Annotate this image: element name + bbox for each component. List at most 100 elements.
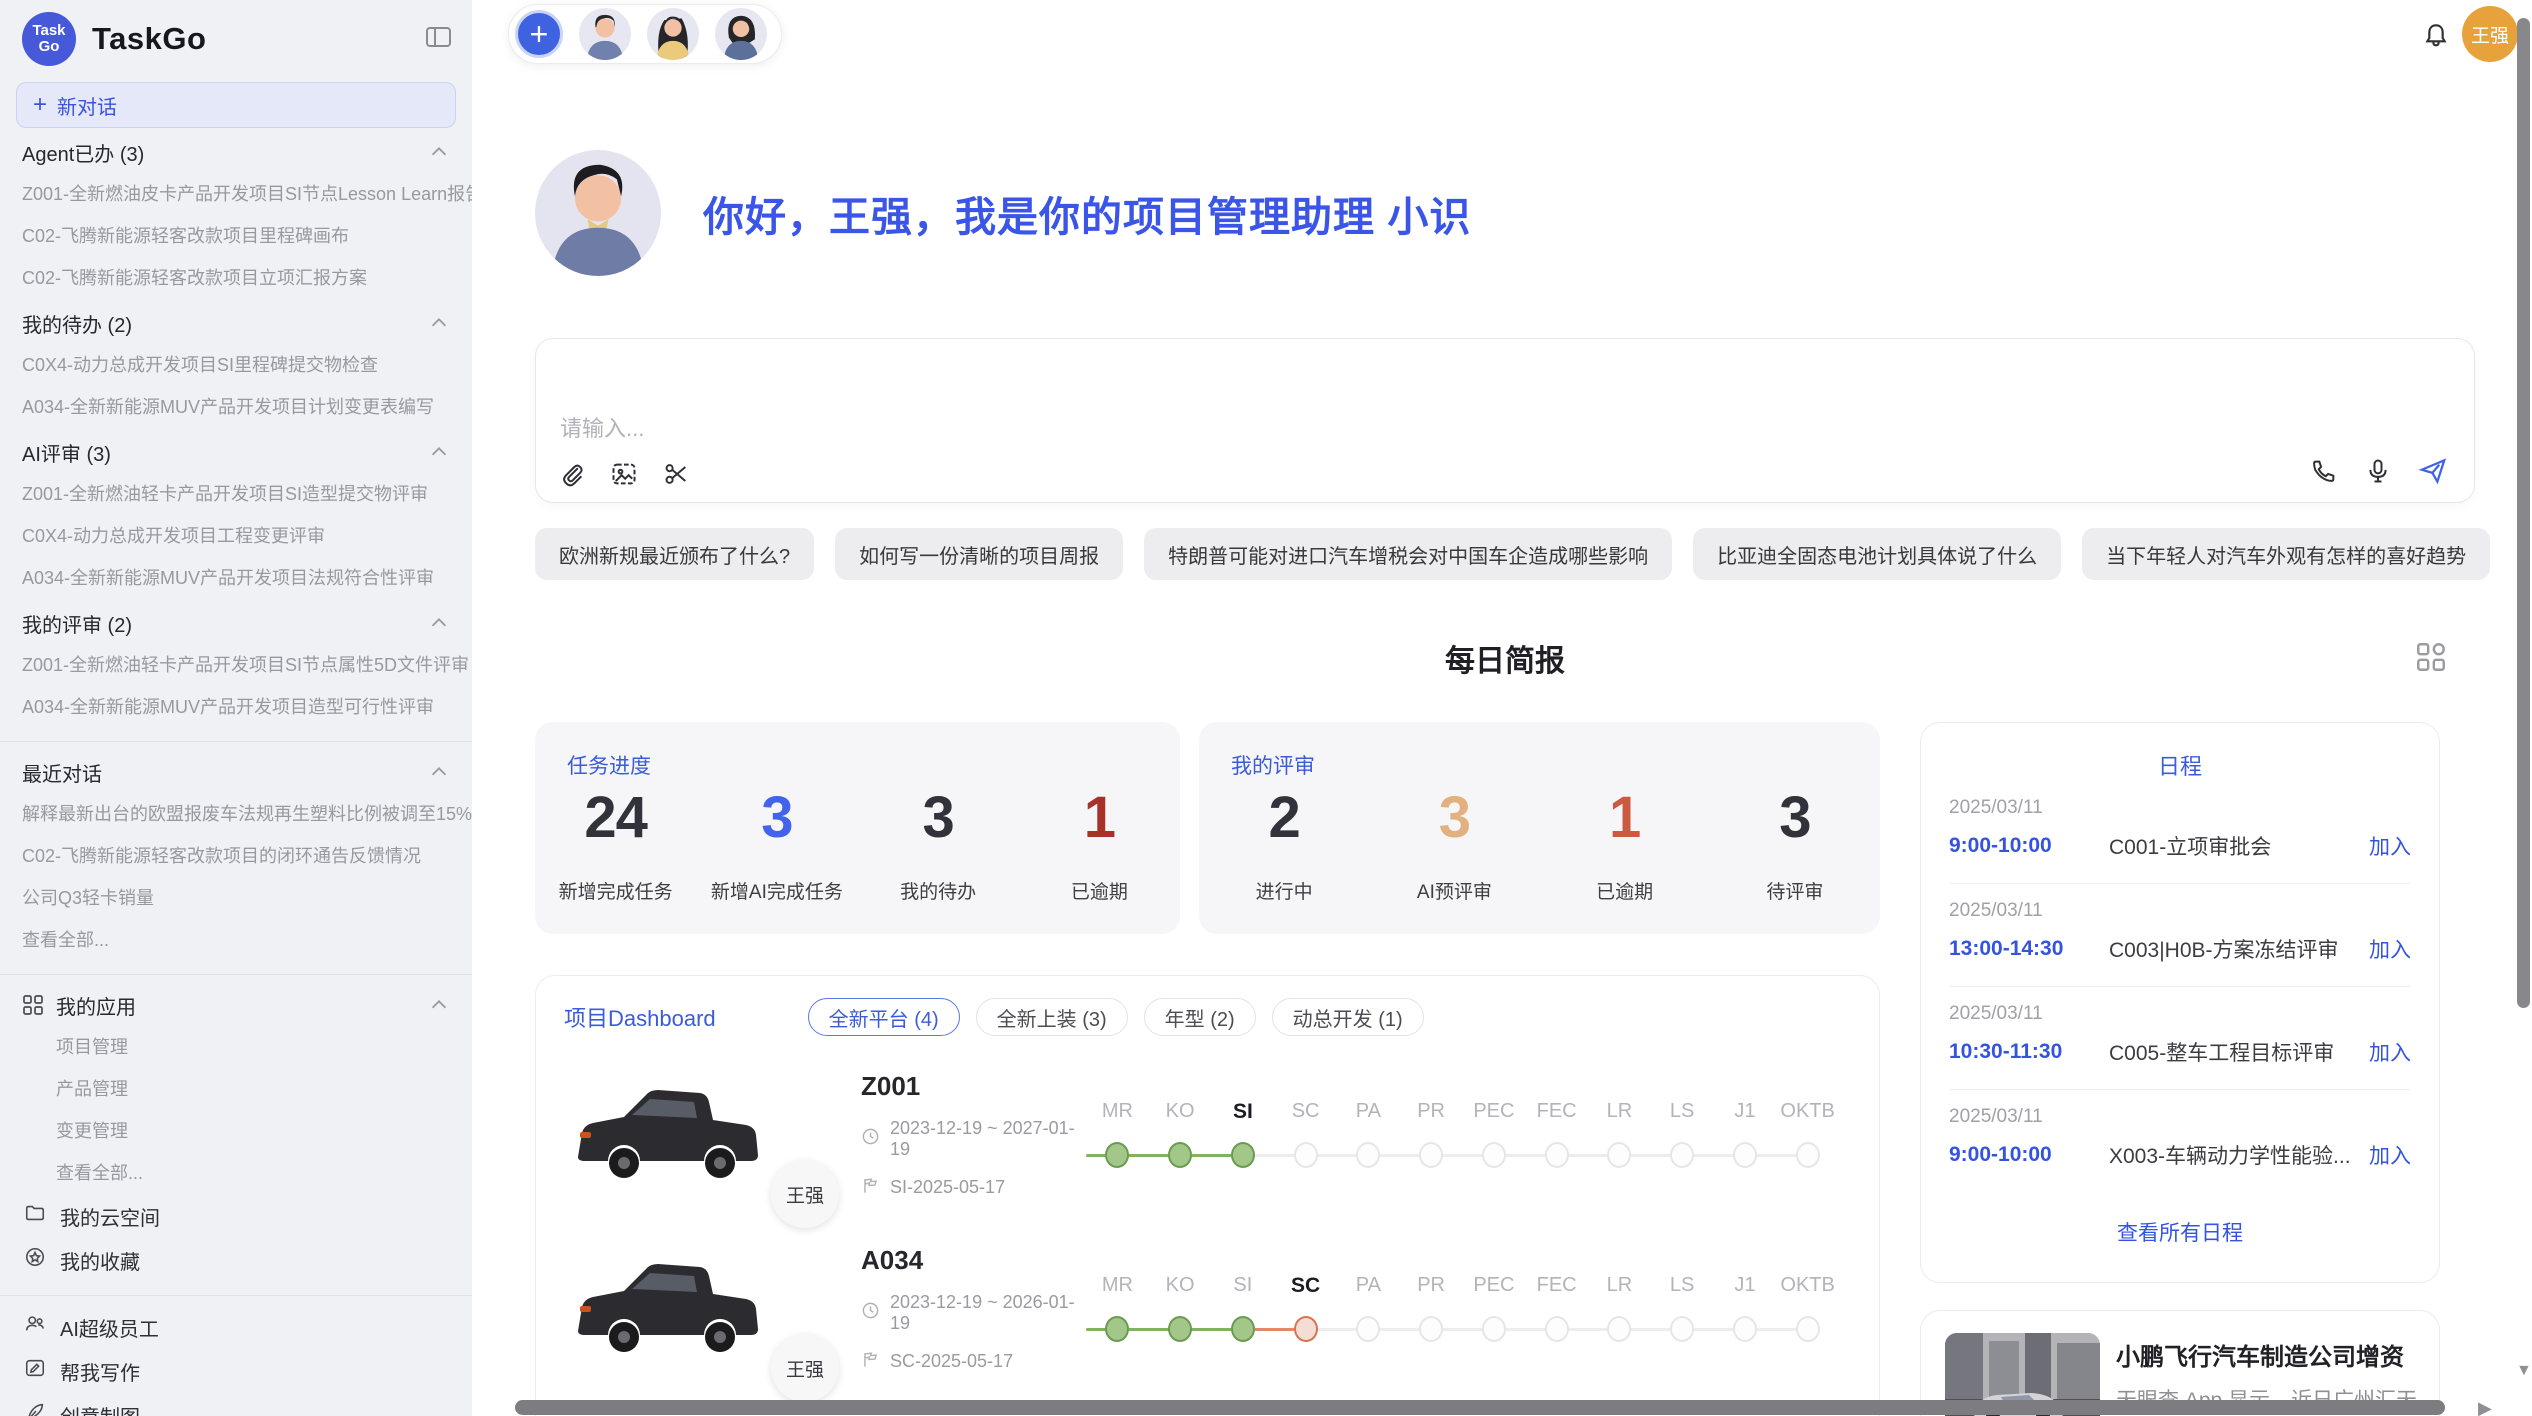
sidebar-item-help-write[interactable]: 帮我写作 [24,1349,472,1393]
suggestion-chip[interactable]: 比亚迪全固态电池计划具体说了什么 [1693,528,2061,580]
sidebar-item[interactable]: Z001-全新燃油轻卡产品开发项目SI造型提交物评审 [22,473,472,515]
sidebar-item[interactable]: Z001-全新燃油轻卡产品开发项目SI节点属性5D文件评审 [22,644,472,686]
chevron-up-icon[interactable] [428,994,450,1016]
dashboard-tab[interactable]: 全新平台 (4) [808,998,960,1036]
project-row-a034[interactable]: 王强 A034 2023-12-19 ~ 2026-01-19 SC-2025-… [536,1228,1879,1390]
milestone-node[interactable] [1733,1316,1757,1342]
user-avatar[interactable]: 王强 [2462,6,2518,62]
scroll-right-arrow[interactable]: ▶ [2478,1398,2492,1416]
sidebar-group-header[interactable]: Agent已办 (3) [22,131,450,173]
view-all-schedule-link[interactable]: 查看所有日程 [1949,1217,2411,1247]
sidebar-item[interactable]: C02-飞腾新能源轻客改款项目的闭环通告反馈情况 [22,835,472,877]
agent-avatar-1[interactable] [579,8,631,60]
milestone-node[interactable] [1294,1316,1318,1342]
sidebar-item[interactable]: A034-全新新能源MUV产品开发项目计划变更表编写 [22,386,472,428]
chat-input-placeholder[interactable]: 请输入... [560,411,644,443]
sidebar-item[interactable]: A034-全新新能源MUV产品开发项目法规符合性评审 [22,557,472,599]
chevron-up-icon[interactable] [428,441,450,463]
dashboard-tab[interactable]: 动总开发 (1) [1272,998,1424,1036]
sidebar-app-item[interactable]: 产品管理 [56,1068,472,1110]
sidebar-item-favorites[interactable]: 我的收藏 [24,1238,472,1282]
schedule-event[interactable]: 2025/03/1110:30-11:30C005-整车工程目标评审加入 [1949,987,2411,1090]
join-link[interactable]: 加入 [2369,1140,2411,1170]
milestone-node[interactable] [1670,1316,1694,1342]
milestone-node[interactable] [1231,1142,1255,1168]
sidebar-group-header[interactable]: 我的评审 (2) [22,602,450,644]
milestone-node[interactable] [1168,1316,1192,1342]
vertical-scrollbar[interactable] [2517,18,2530,1008]
sidebar-group-header[interactable]: AI评审 (3) [22,431,450,473]
join-link[interactable]: 加入 [2369,831,2411,861]
sidebar-collapse-icon[interactable] [425,25,452,54]
sidebar-item-creative-draw[interactable]: 创意制图 [24,1393,472,1416]
chevron-up-icon[interactable] [428,312,450,334]
notification-bell-icon[interactable] [2420,20,2452,57]
milestone-node[interactable] [1419,1316,1443,1342]
sidebar-item[interactable]: 公司Q3轻卡销量 [22,877,472,919]
sidebar-item[interactable]: C0X4-动力总成开发项目工程变更评审 [22,515,472,557]
project-row-z001[interactable]: 王强 Z001 2023-12-19 ~ 2027-01-19 SI-2025-… [536,1054,1879,1216]
sidebar-item[interactable]: 解释最新出台的欧盟报废车法规再生塑料比例被调至15%... [22,793,472,835]
sidebar-item-ai-super-staff[interactable]: AI超级员工 [24,1305,472,1349]
sidebar-group-header[interactable]: 最近对话 [22,751,450,793]
chevron-up-icon[interactable] [428,612,450,634]
chevron-up-icon[interactable] [428,761,450,783]
sidebar-item[interactable]: 查看全部... [22,919,472,961]
sidebar-item[interactable]: C02-飞腾新能源轻客改款项目立项汇报方案 [22,257,472,299]
new-chat-button[interactable]: + 新对话 [16,82,456,128]
schedule-event[interactable]: 2025/03/119:00-10:00C001-立项审批会加入 [1949,781,2411,884]
dashboard-tab[interactable]: 年型 (2) [1144,998,1256,1036]
scissors-icon[interactable] [662,460,690,488]
join-link[interactable]: 加入 [2369,1037,2411,1067]
scroll-down-arrow[interactable]: ▼ [2516,1362,2532,1380]
schedule-event[interactable]: 2025/03/1113:00-14:30C003|H0B-方案冻结评审加入 [1949,884,2411,987]
briefing-layout-icon[interactable] [2414,640,2448,679]
microphone-icon[interactable] [2364,457,2392,485]
milestone-node[interactable] [1545,1142,1569,1168]
milestone-node[interactable] [1545,1316,1569,1342]
milestone-node[interactable] [1356,1316,1380,1342]
add-agent-button[interactable]: + [515,10,563,58]
dashboard-tab[interactable]: 全新上装 (3) [976,998,1128,1036]
chevron-up-icon[interactable] [428,141,450,163]
milestone-node[interactable] [1607,1316,1631,1342]
horizontal-scrollbar[interactable] [515,1400,2445,1415]
suggestion-chip[interactable]: 当下年轻人对汽车外观有怎样的喜好趋势 [2082,528,2490,580]
milestone-node[interactable] [1733,1142,1757,1168]
sidebar-item[interactable]: A034-全新新能源MUV产品开发项目造型可行性评审 [22,686,472,728]
milestone-node[interactable] [1231,1316,1255,1342]
agent-avatar-3[interactable] [715,8,767,60]
schedule-event[interactable]: 2025/03/119:00-10:00X003-车辆动力学性能验...加入 [1949,1090,2411,1193]
milestone-node[interactable] [1168,1142,1192,1168]
milestone-node[interactable] [1607,1142,1631,1168]
agent-avatar-2[interactable] [647,8,699,60]
suggestion-chip[interactable]: 如何写一份清晰的项目周报 [835,528,1123,580]
milestone-node[interactable] [1105,1316,1129,1342]
sidebar-item[interactable]: C02-飞腾新能源轻客改款项目里程碑画布 [22,215,472,257]
sidebar-group-header[interactable]: 我的待办 (2) [22,302,450,344]
milestone-node[interactable] [1105,1142,1129,1168]
milestone-node[interactable] [1482,1316,1506,1342]
send-icon[interactable] [2418,456,2448,486]
milestone-node[interactable] [1670,1142,1694,1168]
sidebar-item[interactable]: C0X4-动力总成开发项目SI里程碑提交物检查 [22,344,472,386]
milestone-node[interactable] [1419,1142,1443,1168]
milestone-node[interactable] [1796,1142,1820,1168]
suggestion-chip[interactable]: 欧洲新规最近颁布了什么? [535,528,814,580]
milestone-node[interactable] [1356,1142,1380,1168]
milestone-node[interactable] [1482,1142,1506,1168]
sidebar-app-item[interactable]: 项目管理 [56,1026,472,1068]
attachment-icon[interactable] [558,460,586,488]
image-icon[interactable] [610,460,638,488]
sidebar-item-cloud-space[interactable]: 我的云空间 [24,1194,472,1238]
sidebar-item[interactable]: Z001-全新燃油皮卡产品开发项目SI节点Lesson Learn报告 [22,173,472,215]
phone-icon[interactable] [2310,457,2338,485]
suggestion-chip[interactable]: 特朗普可能对进口汽车增税会对中国车企造成哪些影响 [1144,528,1672,580]
chat-composer[interactable]: 请输入... [535,338,2475,503]
milestone-node[interactable] [1796,1316,1820,1342]
sidebar-app-item[interactable]: 变更管理 [56,1110,472,1152]
sidebar-item-my-apps[interactable]: 我的应用 [22,984,450,1026]
join-link[interactable]: 加入 [2369,934,2411,964]
sidebar-app-item[interactable]: 查看全部... [56,1152,472,1194]
milestone-node[interactable] [1294,1142,1318,1168]
